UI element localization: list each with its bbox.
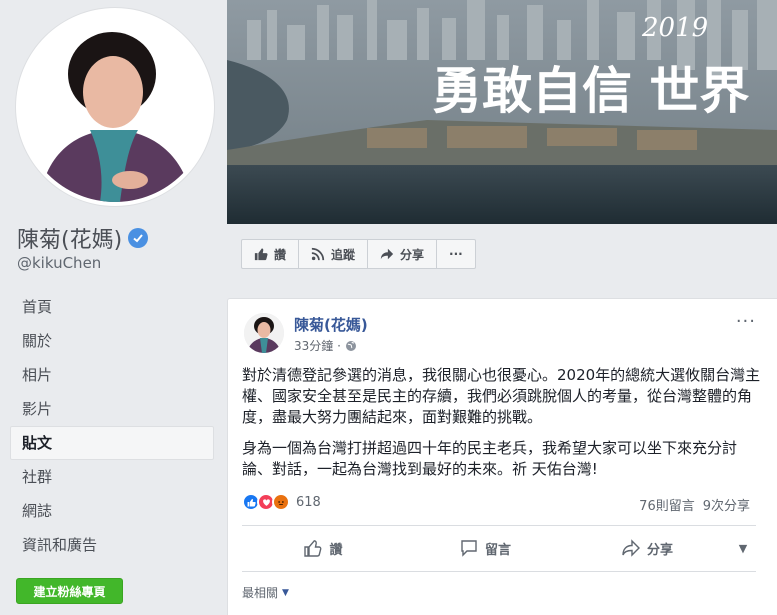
post-divider xyxy=(242,525,756,526)
share-outline-icon xyxy=(622,539,640,557)
caret-down-icon: ▼ xyxy=(738,541,748,555)
nav-item-info-ads[interactable]: 資訊和廣告 xyxy=(10,528,214,562)
page-share-label: 分享 xyxy=(400,247,425,262)
post-paragraph: 身為一個為台灣打拼超過四十年的民主老兵，我希望大家可以坐下來充分討論、對話，一起… xyxy=(242,439,738,478)
cover-slogan: 勇敢自信 世界 xyxy=(432,62,749,120)
post-action-bar: 讚 留言 分享 ▼ xyxy=(242,531,758,565)
post-share-label: 分享 xyxy=(646,542,673,558)
verified-badge-icon xyxy=(128,228,149,248)
engagement-counts: 76則留言 9次分享 xyxy=(639,495,750,514)
post-comment-button[interactable]: 留言 xyxy=(404,538,566,558)
page-like-button[interactable]: 讚 xyxy=(242,240,300,268)
reactions-summary[interactable]: 618 xyxy=(242,493,321,511)
post-divider xyxy=(242,571,756,572)
page-follow-label: 追蹤 xyxy=(331,247,356,262)
audience-dropdown[interactable]: ▼ xyxy=(728,542,758,555)
nav-item-posts[interactable]: 貼文 xyxy=(10,426,214,460)
globe-icon xyxy=(345,340,356,351)
share-arrow-icon xyxy=(380,248,394,260)
post-time-label: 33分鐘 · xyxy=(294,339,341,353)
create-page-button[interactable]: 建立粉絲專頁 xyxy=(16,578,123,604)
post-share-button[interactable]: 分享 xyxy=(566,538,728,558)
profile-picture[interactable] xyxy=(20,12,210,202)
comment-sort-dropdown[interactable]: 最相關 ▼ xyxy=(242,584,289,601)
nav-item-photos[interactable]: 相片 xyxy=(10,358,214,392)
page-like-label: 讚 xyxy=(274,247,287,262)
page-action-bar: 讚 追蹤 分享 ··· xyxy=(241,239,476,269)
page-handle[interactable]: @kikuChen xyxy=(17,254,101,272)
nav-item-about[interactable]: 關於 xyxy=(10,324,214,358)
angry-reaction-icon xyxy=(272,493,290,511)
nav-item-notes[interactable]: 網誌 xyxy=(10,494,214,528)
page-name-row: 陳菊(花媽) xyxy=(17,222,149,254)
rss-icon xyxy=(311,247,325,261)
more-dots-icon: ··· xyxy=(449,247,463,261)
thumbs-up-icon xyxy=(254,248,268,261)
post-paragraph: 對於清德登記參選的消息，我很關心也很憂心。2020年的總統大選攸關台灣主權、國家… xyxy=(242,366,761,426)
post-like-label: 讚 xyxy=(329,542,343,558)
post-body: 對於清德登記參選的消息，我很關心也很憂心。2020年的總統大選攸關台灣主權、國家… xyxy=(242,365,762,490)
post-comment-label: 留言 xyxy=(484,542,511,558)
cover-year: 2019 xyxy=(641,13,708,43)
profile-picture-frame[interactable] xyxy=(16,8,214,206)
post-author-name[interactable]: 陳菊(花媽) xyxy=(294,314,368,335)
comment-count[interactable]: 76則留言 xyxy=(639,495,695,514)
post-options-button[interactable]: ··· xyxy=(736,311,756,332)
cover-photo[interactable]: 2019 勇敢自信 世界 xyxy=(227,0,777,224)
post-like-button[interactable]: 讚 xyxy=(242,538,404,558)
reaction-count: 618 xyxy=(296,494,321,510)
page-share-button[interactable]: 分享 xyxy=(368,240,438,268)
page-name[interactable]: 陳菊(花媽) xyxy=(17,222,122,254)
comment-bubble-icon xyxy=(461,540,477,557)
thumbs-up-outline-icon xyxy=(304,540,322,557)
comment-sort-label: 最相關 xyxy=(242,586,279,600)
page-nav: 首頁 關於 相片 影片 貼文 社群 網誌 資訊和廣告 xyxy=(10,290,214,562)
share-count[interactable]: 9次分享 xyxy=(703,495,750,514)
page-more-button[interactable]: ··· xyxy=(437,240,475,268)
caret-down-icon: ▼ xyxy=(282,587,289,598)
nav-item-community[interactable]: 社群 xyxy=(10,460,214,494)
post-author-avatar[interactable] xyxy=(244,313,284,353)
page-follow-button[interactable]: 追蹤 xyxy=(299,240,369,268)
post-card: 陳菊(花媽) 33分鐘 · ··· 對於清德登記參選的消息，我很關心也很憂心。2… xyxy=(227,298,777,615)
nav-item-home[interactable]: 首頁 xyxy=(10,290,214,324)
nav-item-videos[interactable]: 影片 xyxy=(10,392,214,426)
post-timestamp[interactable]: 33分鐘 · xyxy=(294,337,357,354)
